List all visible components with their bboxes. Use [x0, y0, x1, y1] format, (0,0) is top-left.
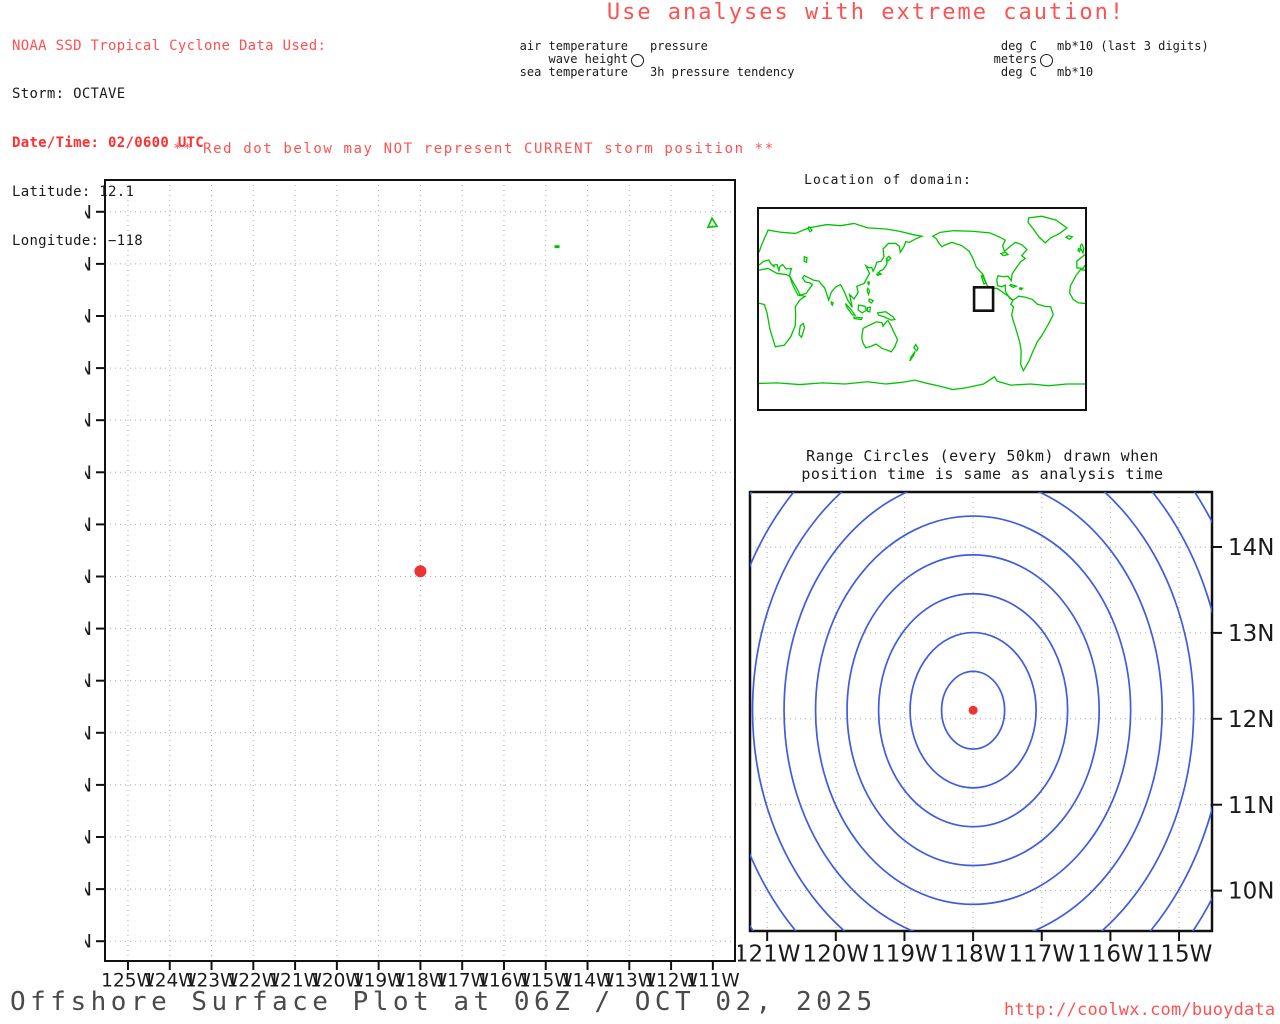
unit-pressure-tendency: mb*10: [1057, 64, 1094, 79]
world-map: [759, 209, 1085, 409]
axis-ticks-labels: 125W124W123W122W121W120W119W118W117W116W…: [85, 202, 740, 991]
source-url: http://coolwx.com/buoydata: [1004, 1000, 1276, 1020]
station-legend-right: pressure 3h pressure tendency: [650, 40, 795, 78]
svg-text:11N: 11N: [1228, 793, 1274, 819]
svg-text:9N: 9N: [85, 723, 92, 744]
page-title: Offshore Surface Plot at 06Z / OCT 02, 2…: [10, 987, 877, 1017]
info-line-longitude: Longitude: −118: [12, 233, 143, 250]
storm-position-dot: [414, 565, 427, 578]
station-model-legend: air temperature wave height sea temperat…: [500, 40, 830, 82]
unit-wave-height: meters: [993, 51, 1037, 66]
svg-text:11N: 11N: [85, 619, 92, 640]
storm-center-dot: [968, 705, 978, 715]
svg-text:7N: 7N: [85, 827, 92, 848]
svg-text:121W: 121W: [738, 942, 800, 968]
svg-text:8N: 8N: [85, 775, 92, 796]
svg-text:115W: 115W: [1146, 942, 1213, 968]
unit-pressure: mb*10 (last 3 digits): [1057, 39, 1209, 53]
range-circles-title-line2: position time is same as analysis time: [801, 465, 1164, 483]
svg-text:12N: 12N: [85, 567, 92, 588]
info-line-storm: Storm: OCTAVE: [12, 86, 126, 103]
units-legend-right: mb*10 (last 3 digits) mb*10: [1057, 40, 1209, 78]
caution-banner: Use analyses with extreme caution!: [606, 0, 1126, 25]
label-air-temperature: air temperature: [519, 39, 628, 53]
svg-text:5N: 5N: [85, 932, 92, 953]
svg-text:10N: 10N: [85, 671, 92, 692]
label-pressure-tendency: 3h pressure tendency: [650, 64, 795, 79]
info-line-source: NOAA SSD Tropical Cyclone Data Used:: [12, 37, 327, 54]
svg-text:10N: 10N: [1228, 879, 1274, 905]
svg-text:118W: 118W: [940, 942, 1007, 968]
unit-air-temperature: deg C: [1000, 39, 1037, 53]
info-line-latitude: Latitude: 12.1: [12, 184, 135, 201]
svg-text:120W: 120W: [802, 942, 869, 968]
axis-ticks-labels: 121W 120W 119W 118W 117W 116W 115W 14N 13N 12N 11N…: [738, 535, 1274, 968]
clarion-island: [554, 245, 560, 249]
svg-text:117W: 117W: [1008, 942, 1075, 968]
svg-text:17N: 17N: [85, 306, 92, 327]
station-circle-icon: [631, 54, 644, 67]
svg-text:12N: 12N: [1228, 707, 1274, 733]
svg-text:6N: 6N: [85, 880, 92, 901]
world-coastlines: [759, 216, 1085, 389]
station-legend-left: air temperature wave height sea temperat…: [500, 40, 628, 78]
range-circles-title-line1: Range Circles (every 50km) drawn when: [806, 447, 1159, 465]
range-circles-plot: 121W 120W 119W 118W 117W 116W 115W 14N 13N 12N 11N…: [738, 490, 1274, 968]
main-surface-plot: 125W124W123W122W121W120W119W118W117W116W…: [85, 179, 740, 992]
station-units-legend: deg C meters deg C mb*10 (last 3 digits)…: [960, 40, 1280, 82]
buoy-data-page: NOAA SSD Tropical Cyclone Data Used: Sto…: [0, 0, 1280, 1024]
grid-lines: [750, 492, 1212, 931]
svg-text:119W: 119W: [871, 942, 938, 968]
unit-sea-temperature: deg C: [1000, 64, 1037, 79]
storm-position-warning: ** Red dot below may NOT represent CURRE…: [173, 141, 775, 157]
units-legend-left: deg C meters deg C: [960, 40, 1037, 78]
inset-title: Location of domain:: [804, 173, 972, 188]
label-wave-height: wave height: [548, 51, 628, 66]
svg-text:15N: 15N: [85, 411, 92, 432]
range-circles: [750, 492, 1212, 931]
label-pressure: pressure: [650, 39, 708, 53]
label-sea-temperature: sea temperature: [519, 64, 628, 79]
domain-rectangle: [974, 287, 993, 310]
svg-text:13N: 13N: [85, 515, 92, 536]
grid-lines: [105, 180, 735, 961]
svg-text:16N: 16N: [85, 359, 92, 380]
svg-text:116W: 116W: [1077, 942, 1144, 968]
svg-text:14N: 14N: [85, 463, 92, 484]
units-circle-icon: [1040, 54, 1053, 67]
svg-text:13N: 13N: [1228, 621, 1274, 647]
svg-text:14N: 14N: [1228, 535, 1274, 561]
socorro-island: [706, 216, 719, 229]
world-map-inset: [757, 207, 1087, 411]
